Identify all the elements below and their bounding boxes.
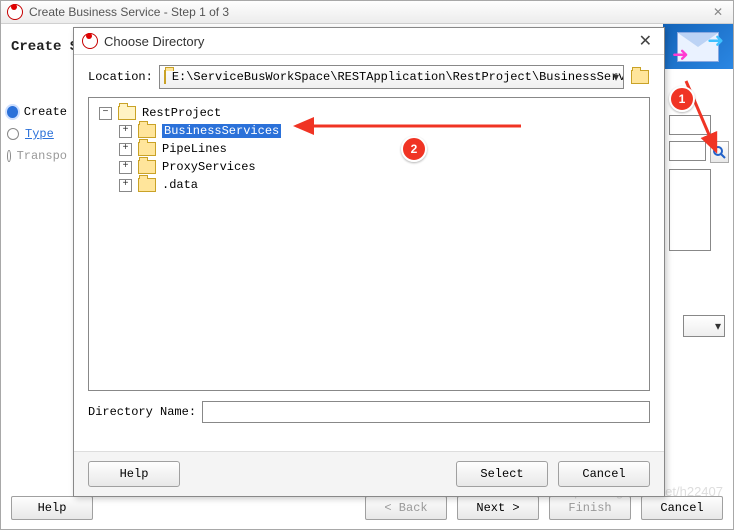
tree-row-root[interactable]: − RestProject [95,104,643,122]
expander-icon[interactable]: − [99,107,112,120]
folder-open-icon [631,70,649,84]
step-label: Create [24,105,67,119]
tree-row-proxyservices[interactable]: + ProxyServices [95,158,643,176]
tree-row-pipelines[interactable]: + PipeLines [95,140,643,158]
directory-name-label: Directory Name: [88,405,196,419]
expander-icon[interactable]: + [119,125,132,138]
text-input[interactable] [669,141,706,161]
cancel-button[interactable]: Cancel [641,496,723,520]
open-folder-button[interactable] [630,66,650,88]
folder-open-icon [118,106,136,120]
location-combo[interactable]: E:\ServiceBusWorkSpace\RESTApplication\R… [159,65,624,89]
dialog-icon [82,33,98,49]
back-button: < Back [365,496,447,520]
header-banner: ➜ ➜ [663,24,733,69]
right-fields [669,115,729,251]
wizard-steps: Create Type Transpo [1,101,73,167]
annotation-badge-2: 2 [401,136,427,162]
folder-icon [138,160,156,174]
textarea[interactable] [669,169,711,251]
dialog-title: Choose Directory [104,34,204,49]
step-create[interactable]: Create [1,101,73,123]
directory-tree[interactable]: − RestProject + BusinessServices + PipeL… [88,97,650,391]
tree-label: .data [162,178,198,192]
dialog-cancel-button[interactable]: Cancel [558,461,650,487]
choose-directory-dialog: Choose Directory ✕ Location: E:\ServiceB… [73,27,665,497]
dialog-help-button[interactable]: Help [88,461,180,487]
folder-icon [138,124,156,138]
dialog-close-icon[interactable]: ✕ [635,31,656,51]
next-button[interactable]: Next > [457,496,539,520]
folder-icon [164,70,166,84]
expander-icon[interactable]: + [119,143,132,156]
arrow-left-icon: ➜ [672,45,689,65]
location-row: Location: E:\ServiceBusWorkSpace\RESTApp… [88,65,650,89]
step-label: Transpo [17,149,67,163]
tree-label: RestProject [142,106,221,120]
wizard-header-text: Create S [1,39,78,55]
step-label: Type [25,127,54,141]
expander-icon[interactable]: + [119,179,132,192]
tree-label: ProxyServices [162,160,256,174]
directory-name-input[interactable] [202,401,650,423]
wizard-window: Create Business Service - Step 1 of 3 ✕ … [0,0,734,530]
location-path: E:\ServiceBusWorkSpace\RESTApplication\R… [172,70,624,84]
window-title: Create Business Service - Step 1 of 3 [29,5,229,19]
titlebar: Create Business Service - Step 1 of 3 ✕ [1,1,733,24]
folder-icon [138,178,156,192]
folder-icon [138,142,156,156]
dialog-titlebar: Choose Directory ✕ [74,28,664,55]
arrow-right-icon: ➜ [707,31,724,51]
dropdown[interactable] [683,315,725,337]
step-type[interactable]: Type [1,123,73,145]
app-icon [7,4,23,20]
tree-label: BusinessServices [162,124,281,138]
step-indicator-icon [7,150,11,162]
tree-label: PipeLines [162,142,227,156]
tree-row-businessservices[interactable]: + BusinessServices [95,122,643,140]
window-close-icon[interactable]: ✕ [709,5,727,19]
expander-icon[interactable]: + [119,161,132,174]
dialog-body: Location: E:\ServiceBusWorkSpace\RESTApp… [74,55,664,451]
tree-row-data[interactable]: + .data [95,176,643,194]
location-label: Location: [88,70,153,84]
step-indicator-icon [7,128,19,140]
mail-exchange-icon: ➜ ➜ [677,32,719,62]
dialog-footer: Help Select Cancel [74,451,664,496]
directory-name-row: Directory Name: [88,401,650,423]
magnifier-icon [712,145,726,159]
dialog-select-button[interactable]: Select [456,461,548,487]
step-indicator-icon [7,106,18,118]
text-input[interactable] [669,115,711,135]
step-transport: Transpo [1,145,73,167]
help-button[interactable]: Help [11,496,93,520]
finish-button: Finish [549,496,631,520]
annotation-badge-1: 1 [669,86,695,112]
browse-button[interactable] [710,141,729,163]
